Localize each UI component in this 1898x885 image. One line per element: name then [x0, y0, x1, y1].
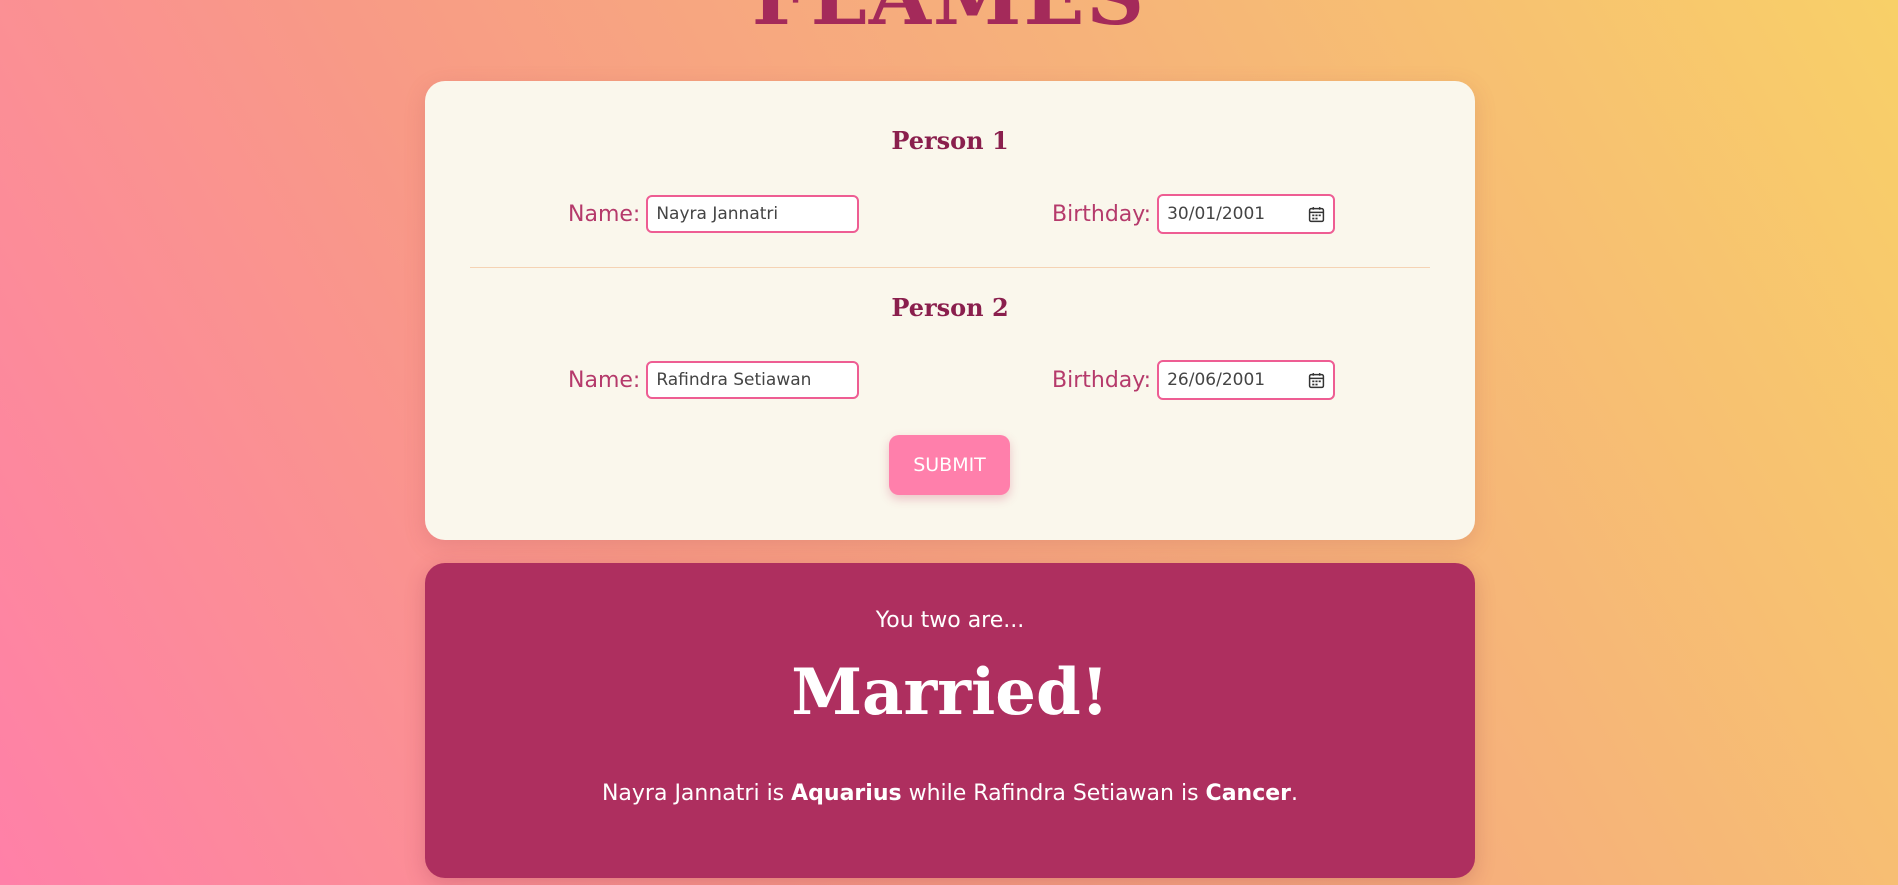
- zodiac-connector-is-1: is: [759, 781, 792, 806]
- zodiac-connector-while: while: [901, 781, 974, 806]
- person-2-heading: Person 2: [891, 293, 1009, 322]
- zodiac-person-2-sign: Cancer: [1205, 781, 1292, 806]
- result-value: Married!: [791, 655, 1109, 730]
- result-card: You two are... Married! Nayra Jannatri i…: [425, 563, 1475, 878]
- person-2-birthday-label: Birthday:: [1052, 367, 1152, 393]
- person-divider: [470, 267, 1430, 268]
- person-2-birthday-field: Birthday: 26/06/2001: [1052, 360, 1336, 400]
- form-card: Person 1 Name: Birthday: 30/01/2001 Pers…: [425, 81, 1475, 540]
- zodiac-end: .: [1291, 781, 1299, 806]
- zodiac-summary: Nayra Jannatri is Aquarius while Rafindr…: [425, 781, 1475, 806]
- person-2-birthday-input[interactable]: 26/06/2001: [1157, 360, 1336, 400]
- person-1-heading: Person 1: [891, 126, 1009, 155]
- person-1-birthday-value: 30/01/2001: [1167, 204, 1266, 224]
- zodiac-person-1-sign: Aquarius: [791, 781, 902, 806]
- person-2-name-field: Name:: [568, 360, 860, 400]
- person-1-birthday-input[interactable]: 30/01/2001: [1157, 194, 1336, 234]
- zodiac-person-2-name: Rafindra Setiawan: [973, 781, 1174, 806]
- calendar-icon[interactable]: [1308, 372, 1325, 389]
- zodiac-person-1-name: Nayra Jannatri: [601, 781, 760, 806]
- zodiac-connector-is-2: is: [1173, 781, 1206, 806]
- submit-button[interactable]: SUBMIT: [889, 435, 1010, 495]
- person-1-birthday-field: Birthday: 30/01/2001: [1052, 194, 1336, 234]
- person-1-birthday-label: Birthday:: [1052, 201, 1152, 227]
- person-1-name-label: Name:: [568, 201, 641, 227]
- person-1-name-field: Name:: [568, 194, 860, 234]
- person-2-birthday-value: 26/06/2001: [1167, 370, 1266, 390]
- person-2-name-label: Name:: [568, 367, 641, 393]
- app-title: FLAMES: [0, 0, 1898, 36]
- person-1-name-input[interactable]: [646, 195, 860, 233]
- person-2-name-input[interactable]: [646, 361, 860, 399]
- calendar-icon[interactable]: [1308, 206, 1325, 223]
- result-intro: You two are...: [875, 608, 1025, 633]
